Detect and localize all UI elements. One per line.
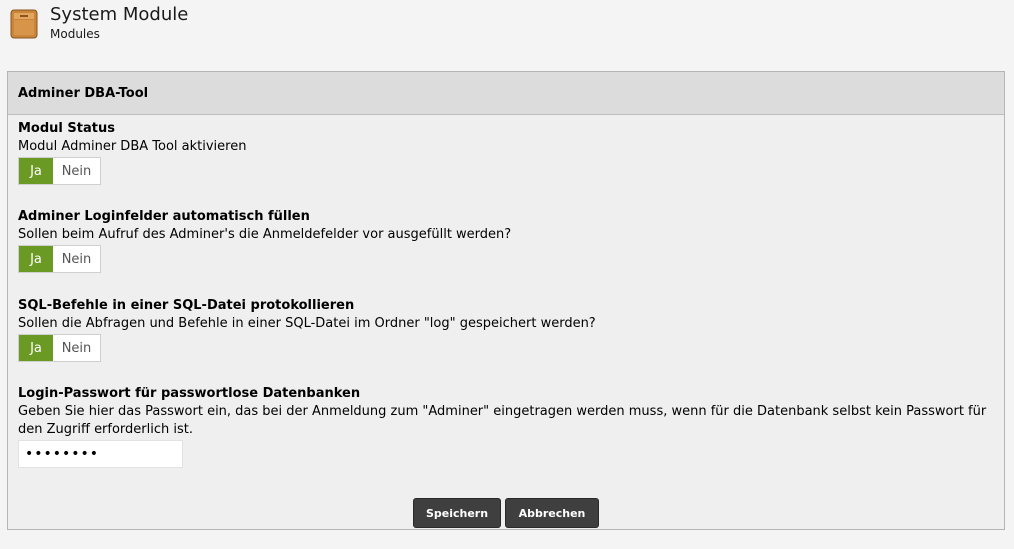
field-description: Geben Sie hier das Passwort ein, das bei… bbox=[18, 404, 987, 437]
autofill-toggle[interactable]: Ja Nein bbox=[18, 245, 101, 273]
page-title: System Module bbox=[50, 4, 189, 25]
form-actions: Speichern Abbrechen bbox=[8, 498, 1004, 528]
autofill-no-option[interactable]: Nein bbox=[53, 246, 100, 272]
page: System Module Modules Adminer DBA-Tool M… bbox=[0, 0, 1014, 549]
field-description: Sollen die Abfragen und Befehle in einer… bbox=[18, 316, 596, 331]
save-button[interactable]: Speichern bbox=[413, 498, 501, 528]
settings-panel: Adminer DBA-Tool Modul Status Modul Admi… bbox=[7, 71, 1005, 530]
field-description: Sollen beim Aufruf des Adminer's die Anm… bbox=[18, 227, 512, 242]
autofill-yes-option[interactable]: Ja bbox=[19, 246, 53, 272]
sql-log-no-option[interactable]: Nein bbox=[53, 335, 100, 361]
page-subtitle: Modules bbox=[50, 27, 100, 41]
status-no-option[interactable]: Nein bbox=[53, 158, 100, 184]
field-modul-status: Modul Status Modul Adminer DBA Tool akti… bbox=[18, 120, 993, 185]
status-toggle[interactable]: Ja Nein bbox=[18, 157, 101, 185]
field-sql-log: SQL-Befehle in einer SQL-Datei protokoll… bbox=[18, 297, 993, 362]
status-yes-option[interactable]: Ja bbox=[19, 158, 53, 184]
password-input[interactable] bbox=[18, 440, 183, 468]
field-title: Adminer Loginfelder automatisch füllen bbox=[18, 209, 310, 224]
field-title: Modul Status bbox=[18, 121, 115, 136]
field-title: SQL-Befehle in einer SQL-Datei protokoll… bbox=[18, 298, 355, 313]
cancel-button[interactable]: Abbrechen bbox=[505, 498, 599, 528]
field-autofill: Adminer Loginfelder automatisch füllen S… bbox=[18, 208, 993, 273]
field-title: Login-Passwort für passwortlose Datenban… bbox=[18, 386, 361, 401]
page-header: System Module Modules bbox=[0, 0, 1014, 60]
sql-log-toggle[interactable]: Ja Nein bbox=[18, 334, 101, 362]
panel-title: Adminer DBA-Tool bbox=[8, 72, 1004, 115]
sql-log-yes-option[interactable]: Ja bbox=[19, 335, 53, 361]
module-box-icon bbox=[10, 9, 38, 39]
field-description: Modul Adminer DBA Tool aktivieren bbox=[18, 139, 247, 154]
field-password: Login-Passwort für passwortlose Datenban… bbox=[18, 385, 993, 468]
